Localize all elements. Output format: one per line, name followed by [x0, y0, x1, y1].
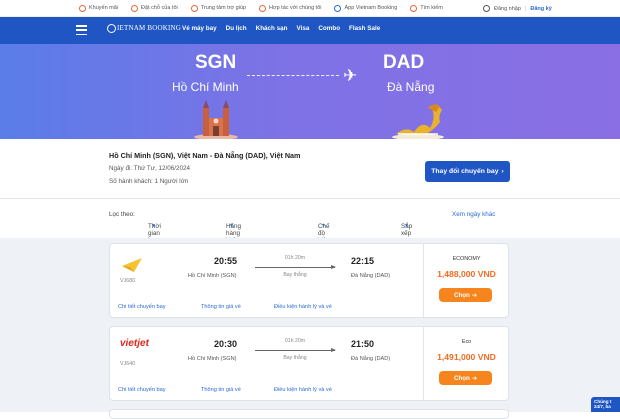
departure-city: Hồ Chí Minh (SGN) [188, 273, 237, 279]
booking-icon [131, 4, 139, 12]
topbar-booking-label: Đặt chỗ của tôi [141, 5, 178, 11]
filter-bar: Lọc theo: Thời gian bay▼ Hãng hàng không… [0, 199, 620, 251]
baggage-terms-link[interactable]: Điều kiện hành lý và vé [274, 304, 332, 310]
fare-info-link[interactable]: Thông tin giá vé [201, 304, 241, 310]
promo-icon [79, 4, 86, 12]
flight-duration: 01h 20m [284, 338, 306, 344]
select-label: Chọn [454, 291, 470, 299]
departure-time: 20:30 [214, 339, 238, 349]
route-dashed-line [247, 75, 339, 76]
card-divider [423, 244, 424, 317]
departure-city: Hồ Chí Minh (SGN) [188, 356, 237, 362]
flight-details-link[interactable]: Chi tiết chuyến bay [118, 387, 166, 393]
register-link[interactable]: Đăng ký [530, 6, 551, 12]
chevron-down-icon: ▼ [404, 223, 409, 229]
fare-class: ECONOMY [452, 256, 481, 262]
hamburger-menu-icon[interactable] [76, 25, 87, 35]
arrow-right-icon [255, 265, 336, 269]
card-divider [423, 327, 424, 400]
chevron-down-icon: ▼ [229, 223, 234, 229]
app-icon [334, 4, 342, 12]
logo-text: IETNAM BOOKING [117, 24, 182, 33]
trip-date: Ngày đi: Thứ Tư, 12/06/2024 [109, 165, 191, 172]
flight-card: VJ680 20:55 Hồ Chí Minh (SGN) 01h 20m Ba… [109, 243, 509, 318]
site-logo[interactable]: IETNAM BOOKING [107, 24, 181, 33]
arrival-time: 21:50 [351, 339, 375, 349]
arrival-city: Đà Nẵng (DAD) [351, 273, 391, 279]
partner-icon [259, 4, 267, 12]
fare-info-link[interactable]: Thông tin giá vé [201, 387, 241, 393]
flight-details-link[interactable]: Chi tiết chuyến bay [118, 304, 166, 310]
select-flight-button[interactable]: Chọn ➔ [439, 371, 492, 385]
arrow-right-icon [255, 348, 336, 352]
search-icon [410, 4, 418, 12]
fare-price: 1,488,000 VND [437, 269, 496, 279]
flight-duration: 01h 20m [284, 255, 306, 261]
support-chat-widget[interactable]: Chúng t 24/7, ba [591, 397, 620, 412]
fare-class: Eco [461, 339, 472, 345]
topbar-app[interactable]: App Vietnam Booking [334, 4, 398, 12]
change-flight-label: Thay đổi chuyến bay [431, 168, 499, 175]
flight-type: Bay thẳng [283, 355, 307, 361]
topbar-search-label: Tìm kiếm [420, 5, 443, 11]
da-nang-dragon-bridge-illustration [392, 104, 444, 139]
trip-route: Hồ Chí Minh (SGN), Việt Nam - Đà Nẵng (D… [109, 151, 301, 160]
saigon-cathedral-illustration [194, 100, 238, 139]
fare-price: 1,491,000 VND [437, 352, 496, 362]
top-utility-bar: Khuyến mãi Đặt chỗ của tôi Trung tâm trợ… [0, 0, 620, 17]
arrow-right-icon: ➔ [471, 374, 477, 382]
destination-city: Đà Nẵng [387, 80, 435, 94]
login-link[interactable]: Đăng nhập [494, 6, 521, 12]
topbar-partner-label: Hợp tác với chúng tôi [269, 5, 322, 11]
flight-results: VJ680 20:55 Hồ Chí Minh (SGN) 01h 20m Ba… [0, 238, 620, 419]
select-flight-button[interactable]: Chọn ➔ [439, 288, 492, 302]
flight-number: VJ640 [120, 361, 136, 367]
change-flight-button[interactable]: Thay đổi chuyến bay › [425, 161, 510, 182]
origin-city: Hồ Chí Minh [172, 80, 239, 94]
trip-summary: Hồ Chí Minh (SGN), Việt Nam - Đà Nẵng (D… [0, 139, 620, 199]
logo-v-mark [107, 24, 116, 33]
baggage-terms-link[interactable]: Điều kiện hành lý và vé [274, 387, 332, 393]
filter-label: Lọc theo: [109, 211, 135, 218]
route-banner: SGN Hồ Chí Minh ✈ DAD Đà Nẵng [0, 44, 620, 139]
destination-code: DAD [383, 52, 425, 73]
airplane-icon: ✈ [343, 66, 358, 85]
arrow-right-icon: ➔ [471, 291, 477, 299]
select-label: Chọn [454, 374, 470, 382]
flight-type: Bay thẳng [283, 272, 307, 278]
flight-number: VJ680 [120, 278, 136, 284]
topbar-help-label: Trung tâm trợ giúp [200, 5, 247, 11]
user-icon [483, 5, 490, 12]
nav-flights[interactable]: Vé máy bay [182, 25, 217, 32]
departure-time: 20:55 [214, 256, 238, 266]
nav-hotels[interactable]: Khách sạn [256, 25, 288, 32]
topbar-help[interactable]: Trung tâm trợ giúp [190, 4, 247, 12]
flight-card: vietjet VJ640 20:30 Hồ Chí Minh (SGN) 01… [109, 326, 509, 401]
origin-code: SGN [195, 52, 237, 73]
chevron-down-icon: ▼ [151, 223, 156, 229]
other-dates-link[interactable]: Xem ngày khác [452, 211, 495, 218]
arrival-city: Đà Nẵng (DAD) [351, 356, 391, 362]
nav-flash-sale[interactable]: Flash Sale [349, 25, 380, 32]
topbar-booking[interactable]: Đặt chỗ của tôi [131, 4, 178, 12]
vietnam-airlines-logo [122, 258, 142, 272]
trip-passengers: Số hành khách: 1 Người lớn [109, 178, 189, 185]
topbar-app-label: App Vietnam Booking [344, 5, 398, 11]
chat-line-2: 24/7, ba [594, 404, 611, 409]
topbar-promo[interactable]: Khuyến mãi [79, 4, 119, 12]
help-icon [190, 4, 198, 12]
topbar-partner[interactable]: Hợp tác với chúng tôi [259, 4, 322, 12]
main-nav: IETNAM BOOKING Vé máy bay Du lịch Khách … [0, 17, 620, 44]
topbar-search[interactable]: Tìm kiếm [410, 4, 443, 12]
flight-card-partial [109, 409, 509, 419]
chevron-right-icon: › [501, 168, 504, 175]
nav-combo[interactable]: Combo [318, 25, 340, 32]
arrival-time: 22:15 [351, 256, 375, 266]
nav-visa[interactable]: Visa [297, 25, 310, 32]
nav-travel[interactable]: Du lịch [226, 25, 247, 32]
topbar-promo-label: Khuyến mãi [89, 5, 119, 11]
chevron-down-icon: ▼ [321, 223, 326, 229]
vietjet-logo: vietjet [120, 338, 149, 349]
